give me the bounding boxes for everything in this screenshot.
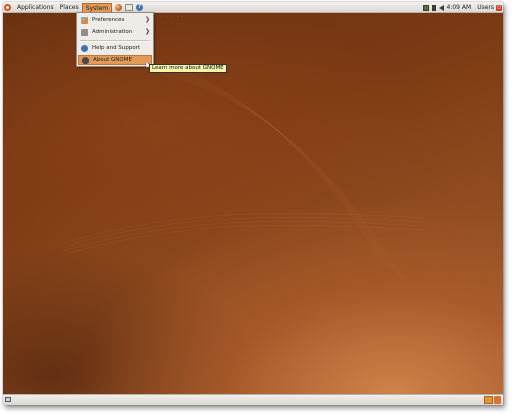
menu-separator — [80, 40, 150, 42]
gnome-foot-icon — [82, 56, 89, 64]
volume-icon[interactable] — [438, 4, 444, 11]
menu-item-label: Administration — [92, 29, 133, 35]
desktop-background[interactable] — [3, 13, 503, 394]
applications-menu[interactable]: Applications — [14, 3, 57, 13]
system-dropdown-menu: Preferences ❯ Administration ❯ Help and … — [76, 12, 154, 67]
menu-item-label: About GNOME — [93, 57, 132, 63]
places-menu[interactable]: Places — [57, 3, 82, 13]
user-switcher[interactable]: Users — [477, 4, 494, 11]
administration-icon — [81, 28, 88, 36]
help-icon — [81, 44, 88, 52]
menu-item-help-and-support[interactable]: Help and Support — [78, 43, 152, 53]
help-launcher-icon[interactable]: ? — [136, 4, 144, 11]
submenu-arrow-icon: ❯ — [144, 16, 150, 23]
submenu-arrow-icon: ❯ — [144, 28, 150, 35]
email-launcher-icon[interactable] — [125, 4, 134, 11]
logout-icon[interactable]: ⏻ — [496, 4, 502, 11]
trash-icon[interactable] — [494, 396, 501, 404]
tooltip: Learn more about GNOME — [149, 64, 227, 73]
menu-item-label: Help and Support — [92, 45, 141, 51]
preferences-icon — [81, 16, 88, 24]
system-menu[interactable]: System — [81, 2, 113, 13]
wallpaper-swirl — [62, 52, 424, 280]
ubuntu-logo-icon[interactable] — [4, 4, 11, 11]
wallpaper-watermark: · · · · · — [161, 14, 185, 20]
desktop-screen: · · · · · Applications Places System ? 4… — [3, 2, 503, 405]
menu-item-administration[interactable]: Administration ❯ — [78, 27, 152, 37]
show-desktop-icon[interactable] — [5, 397, 11, 402]
workspace-switcher[interactable] — [484, 396, 493, 404]
clock[interactable]: 4:09 AM — [447, 4, 472, 11]
battery-icon[interactable] — [431, 4, 436, 11]
menu-item-label: Preferences — [92, 17, 125, 23]
menu-item-preferences[interactable]: Preferences ❯ — [78, 15, 152, 25]
panel-right: 4:09 AM Users ⏻ — [422, 2, 502, 13]
network-icon[interactable] — [422, 4, 429, 11]
menu-item-about-gnome[interactable]: About GNOME — [78, 55, 152, 65]
web-browser-launcher-icon[interactable] — [115, 4, 123, 11]
bottom-panel — [3, 394, 503, 405]
